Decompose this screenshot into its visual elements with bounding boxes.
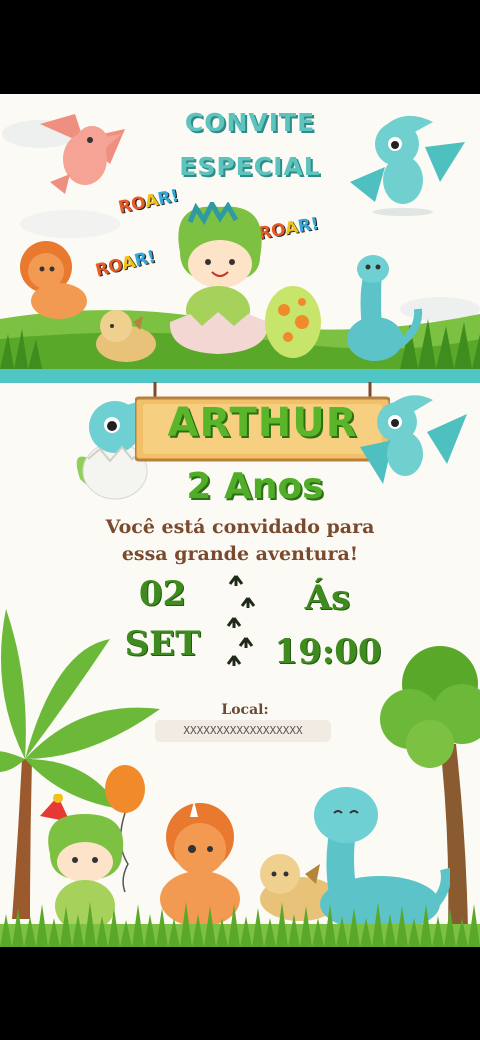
baby-dino-in-egg-illustration <box>169 202 269 354</box>
bottom-grass <box>0 902 480 947</box>
time-label: Ás <box>304 578 351 618</box>
yellow-dino-illustration <box>96 310 156 362</box>
blue-brontosaurus-illustration <box>347 255 423 361</box>
child-name: ARTHUR <box>167 400 358 446</box>
blue-pterodactyl-2-illustration <box>360 395 467 484</box>
title-line-2: ESPECIAL <box>179 152 321 181</box>
pink-pterodactyl-illustration <box>40 114 125 194</box>
invitation-card: CONVITE ESPECIAL ROAR! ROAR! ROAR! ARTHU… <box>0 94 480 947</box>
location-label: Local: <box>221 702 269 718</box>
orange-triceratops-illustration <box>20 241 87 319</box>
footprints-icon <box>226 575 256 666</box>
title-line-1: CONVITE <box>184 108 316 137</box>
date-day: 02 <box>138 574 187 614</box>
location-value: XXXXXXXXXXXXXXXXXX <box>183 724 303 737</box>
invite-line-2: essa grande aventura! <box>121 543 359 565</box>
blue-pterodactyl-illustration <box>350 115 465 216</box>
age-text: 2 Anos <box>186 466 324 507</box>
invite-line-1: Você está convidado para <box>105 516 375 538</box>
spotted-egg-illustration <box>265 286 321 358</box>
